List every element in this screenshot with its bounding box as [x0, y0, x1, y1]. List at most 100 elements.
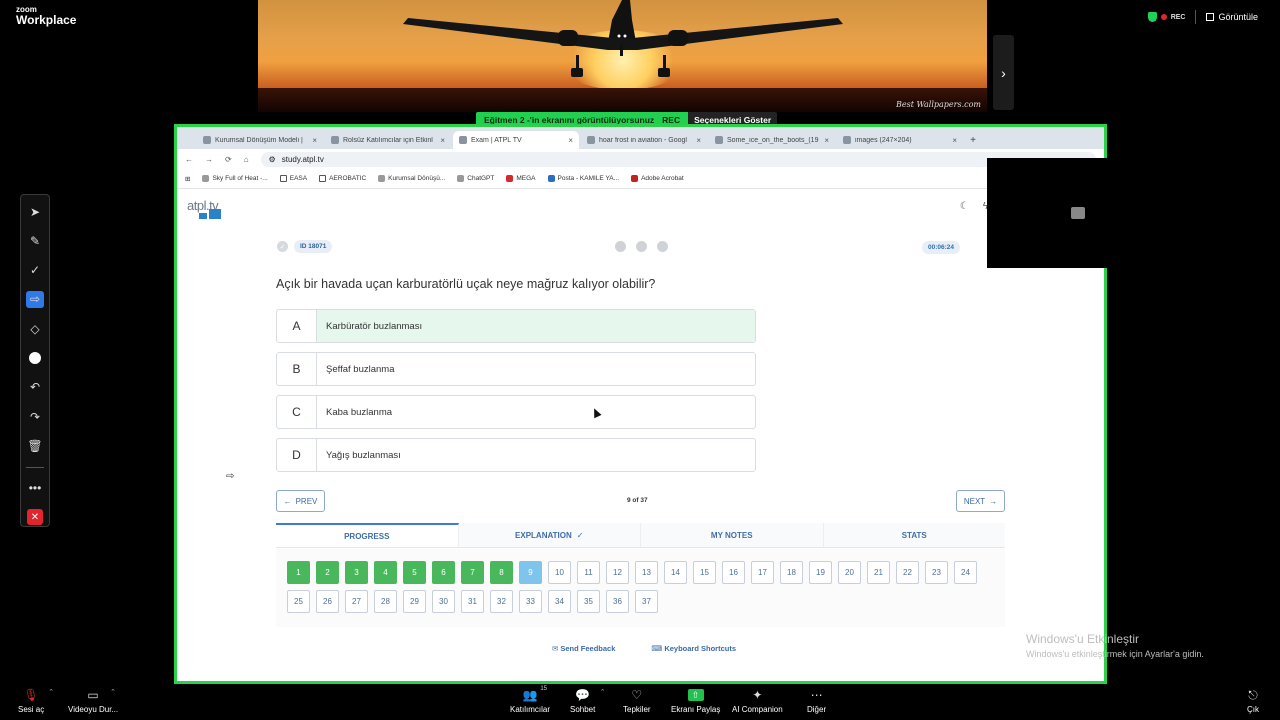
question-number-button[interactable]: 20 [838, 561, 861, 584]
question-number-button[interactable]: 1 [287, 561, 310, 584]
speaker-video-tile[interactable]: Best Wallpapers.com [258, 0, 987, 112]
bookmark-item[interactable]: Adobe Acrobat [631, 175, 684, 182]
question-number-button[interactable]: 34 [548, 590, 571, 613]
tab-stats[interactable]: STATS [824, 523, 1006, 547]
next-button[interactable]: NEXT → [956, 490, 1005, 512]
bookmark-item[interactable]: MEGA [506, 175, 536, 182]
stats-icon[interactable] [657, 241, 668, 252]
url-field[interactable]: ⚙ study.atpl.tv [260, 151, 1096, 167]
caret-up-icon[interactable]: ⌃ [48, 688, 54, 696]
browser-tab[interactable]: images (247×204) × [837, 131, 963, 149]
bookmark-item[interactable]: Kurumsal Dönüşü... [378, 175, 445, 182]
bookmark-item[interactable]: Sky Full of Heat -... [202, 175, 268, 182]
reload-icon[interactable]: ⟳ [225, 155, 232, 164]
arrow-tool-icon[interactable]: ⇨ [26, 290, 44, 309]
question-number-button[interactable]: 19 [809, 561, 832, 584]
question-number-button[interactable]: 8 [490, 561, 513, 584]
back-icon[interactable]: ← [185, 155, 193, 164]
answer-option-a[interactable]: A Karbüratör buzlanması [276, 309, 756, 343]
share-screen-button[interactable]: ⇧ Ekranı Paylaş [671, 688, 720, 714]
question-number-button[interactable]: 6 [432, 561, 455, 584]
question-number-button[interactable]: 37 [635, 590, 658, 613]
question-number-button[interactable]: 25 [287, 590, 310, 613]
question-number-button[interactable]: 28 [374, 590, 397, 613]
question-number-button[interactable]: 7 [461, 561, 484, 584]
camera-off-tile[interactable] [987, 158, 1168, 268]
answer-option-b[interactable]: B Şeffaf buzlanma [276, 352, 756, 386]
undo-icon[interactable]: ↶ [26, 379, 44, 396]
checkmark-stamp-icon[interactable]: ✓ [26, 262, 44, 279]
flag-icon[interactable] [636, 241, 647, 252]
question-number-button[interactable]: 3 [345, 561, 368, 584]
ai-companion-button[interactable]: ✦ AI Companion [732, 688, 783, 714]
home-icon[interactable]: ⌂ [244, 155, 249, 164]
question-number-button[interactable]: 13 [635, 561, 658, 584]
prev-button[interactable]: ← PREV [276, 490, 325, 512]
browser-tab[interactable]: hoar frost in aviation - Googl × [581, 131, 707, 149]
close-icon[interactable]: × [696, 136, 701, 145]
unmute-button[interactable]: 🎙 ⌃ Sesi aç [18, 688, 54, 714]
caret-up-icon[interactable]: ⌃ [600, 688, 606, 696]
question-number-button[interactable]: 5 [403, 561, 426, 584]
close-icon[interactable]: × [824, 136, 829, 145]
send-feedback-link[interactable]: ✉ Send Feedback [552, 644, 615, 653]
moon-icon[interactable]: ☾ [960, 201, 969, 212]
keyboard-shortcuts-link[interactable]: ⌨ Keyboard Shortcuts [651, 644, 736, 653]
participants-button[interactable]: 👥 15 Katılımcılar [510, 686, 550, 714]
view-button[interactable]: Görüntüle [1206, 12, 1258, 22]
question-number-button[interactable]: 32 [490, 590, 513, 613]
tab-progress[interactable]: PROGRESS [276, 523, 459, 547]
eraser-icon[interactable]: ◇ [26, 320, 44, 337]
more-button[interactable]: ⋯ Diğer [807, 688, 826, 714]
question-number-button[interactable]: 24 [954, 561, 977, 584]
question-number-button[interactable]: 2 [316, 561, 339, 584]
question-number-button[interactable]: 31 [461, 590, 484, 613]
reactions-button[interactable]: ♡ Tepkiler [623, 688, 651, 714]
browser-tab[interactable]: Kurumsal Dönüşüm Modeli | × [197, 131, 323, 149]
tab-explanation[interactable]: EXPLANATION ✓ [459, 523, 641, 547]
answer-option-d[interactable]: D Yağış buzlanması [276, 438, 756, 472]
atpl-logo[interactable]: atpl.tv [187, 197, 221, 219]
answer-option-c[interactable]: C Kaba buzlanma [276, 395, 756, 429]
question-number-button[interactable]: 16 [722, 561, 745, 584]
stop-video-button[interactable]: ▭ ⌃ Videoyu Dur... [68, 688, 118, 714]
question-number-button[interactable]: 4 [374, 561, 397, 584]
pin-icon[interactable] [615, 241, 626, 252]
close-icon[interactable]: × [312, 136, 317, 145]
close-icon[interactable]: × [568, 136, 573, 145]
apps-icon[interactable]: ⊞ [185, 175, 190, 183]
bookmark-item[interactable]: AEROBATIC [319, 175, 366, 182]
chat-button[interactable]: 💬 ⌃ Sohbet [570, 688, 606, 714]
question-number-button[interactable]: 33 [519, 590, 542, 613]
question-number-button[interactable]: 23 [925, 561, 948, 584]
question-number-button[interactable]: 11 [577, 561, 600, 584]
site-info-icon[interactable]: ⚙ [269, 155, 276, 164]
redo-icon[interactable]: ↷ [26, 408, 44, 425]
question-number-button[interactable]: 14 [664, 561, 687, 584]
caret-up-icon[interactable]: ⌃ [110, 688, 116, 696]
question-number-button[interactable]: 15 [693, 561, 716, 584]
trash-icon[interactable]: 🗑 [26, 437, 44, 454]
question-number-button[interactable]: 35 [577, 590, 600, 613]
new-tab-button[interactable]: + [965, 131, 981, 149]
forward-icon[interactable]: → [205, 155, 213, 164]
leave-button[interactable]: ⎋ Çık [1244, 688, 1262, 715]
pen-icon[interactable]: ✎ [26, 232, 44, 249]
question-number-button[interactable]: 10 [548, 561, 571, 584]
close-icon[interactable]: × [952, 136, 957, 145]
question-number-button[interactable]: 18 [780, 561, 803, 584]
more-options-icon[interactable]: ••• [26, 479, 44, 496]
question-number-button[interactable]: 21 [867, 561, 890, 584]
browser-tab[interactable]: Rolsüz Katılımcılar için Etkinl × [325, 131, 451, 149]
browser-tab[interactable]: Some_ice_on_the_boots_(19 × [709, 131, 835, 149]
question-number-button[interactable]: 12 [606, 561, 629, 584]
close-icon[interactable]: × [440, 136, 445, 145]
question-number-button[interactable]: 27 [345, 590, 368, 613]
question-number-button[interactable]: 9 [519, 561, 542, 584]
question-number-button[interactable]: 17 [751, 561, 774, 584]
bookmark-item[interactable]: EASA [279, 175, 307, 182]
browser-tab-active[interactable]: Exam | ATPL TV × [453, 131, 579, 149]
bookmark-item[interactable]: Posta - KAMILE YA... [547, 175, 619, 182]
color-picker[interactable] [26, 349, 44, 366]
close-annotation-button[interactable]: ✕ [26, 509, 44, 526]
